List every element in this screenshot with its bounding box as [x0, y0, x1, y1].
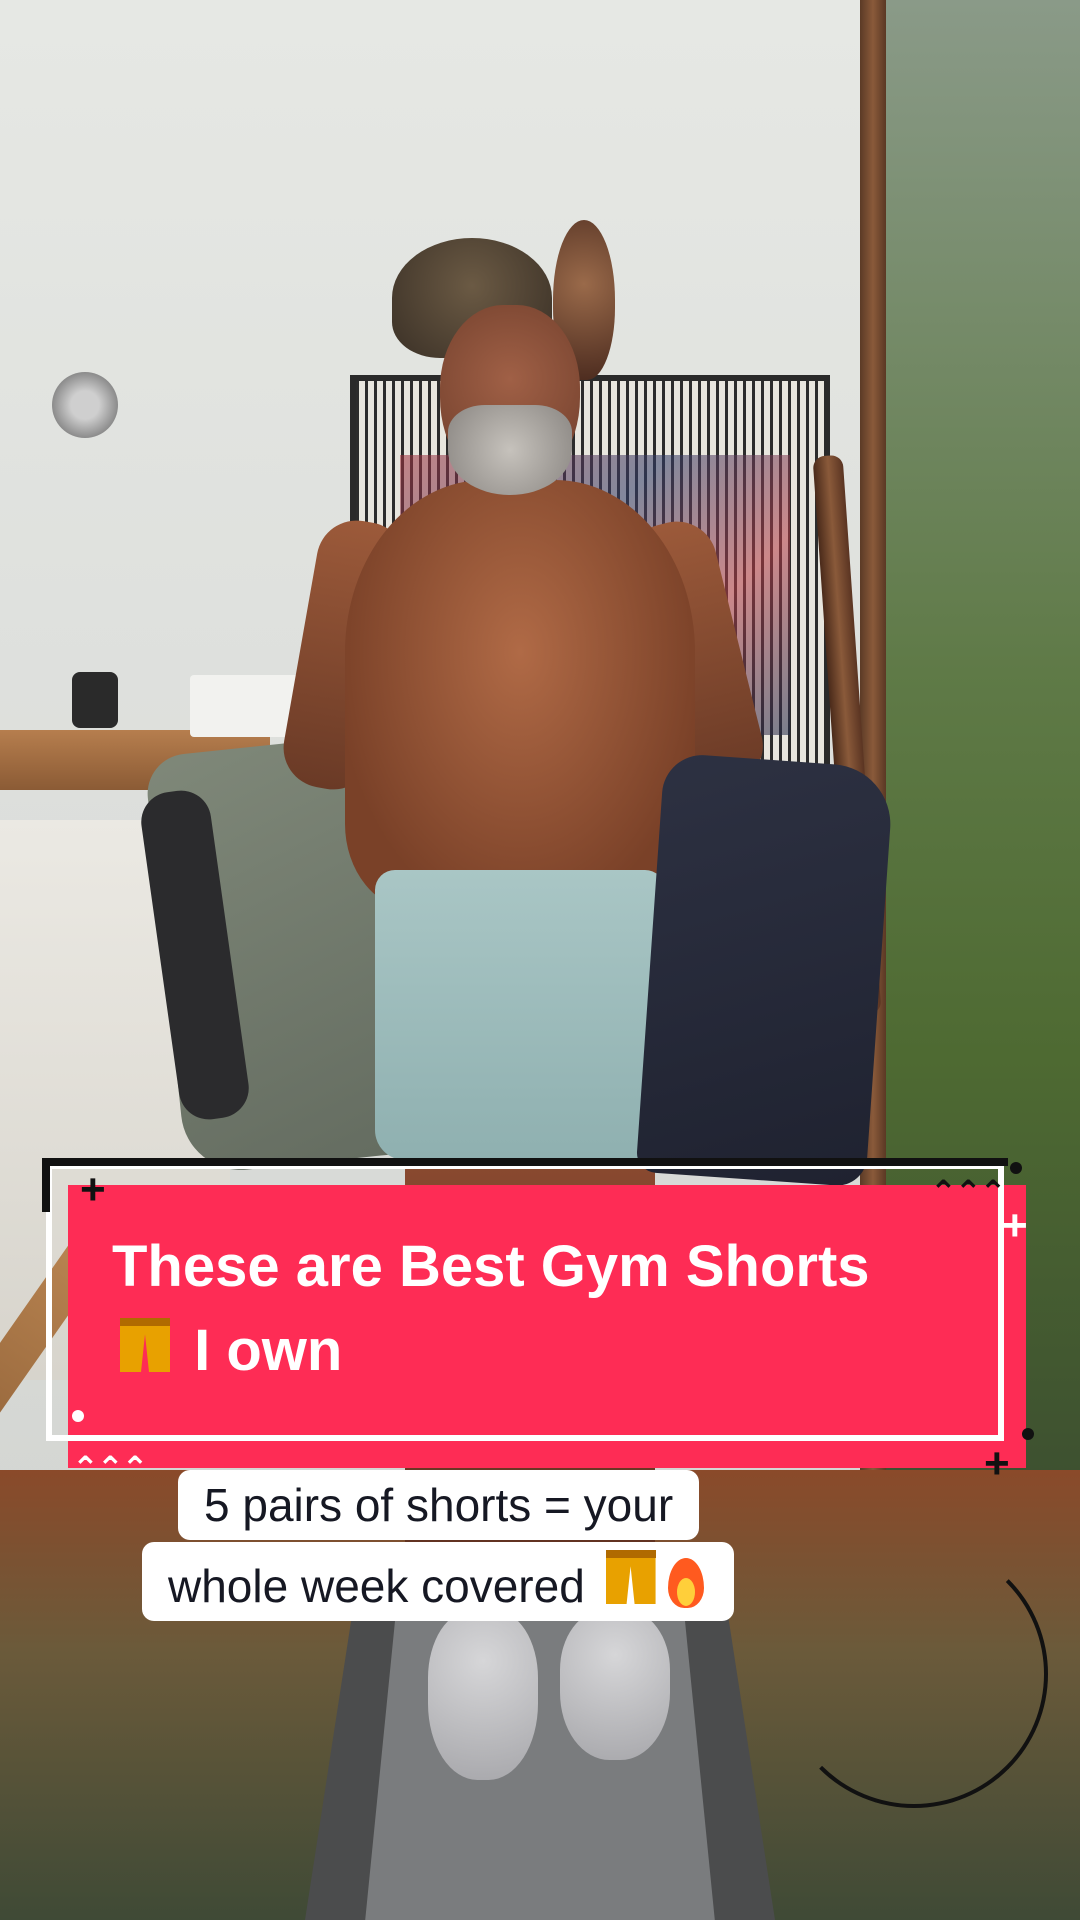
torso [345, 480, 695, 910]
title-text: These are Best Gym Shorts I own [112, 1225, 992, 1393]
zigzag-decoration: ⌃⌃⌃ [72, 1450, 148, 1486]
caption-line-2-text: whole week covered [168, 1560, 585, 1612]
fire-emoji-icon [664, 1556, 708, 1610]
right-shoe [560, 1610, 670, 1760]
zigzag-decoration: ⌃⌃⌃ [930, 1174, 1006, 1210]
caption-line-2: whole week covered [142, 1542, 734, 1621]
plus-decoration: + [80, 1165, 106, 1214]
title-card-left-bar [42, 1158, 50, 1212]
plus-decoration: + [1002, 1201, 1028, 1250]
dot-decoration [72, 1410, 84, 1422]
title-line-2: I own [112, 1309, 992, 1393]
plus-decoration: + [984, 1439, 1010, 1488]
title-card-top-bar [42, 1158, 1008, 1166]
shorts-emoji-icon [112, 1314, 178, 1380]
held-shorts-navy [635, 752, 895, 1188]
title-line-1: These are Best Gym Shorts [112, 1234, 870, 1299]
beard [448, 405, 572, 495]
dot-decoration [1022, 1428, 1034, 1440]
worn-shorts [375, 870, 665, 1160]
person [0, 0, 1080, 1920]
left-shoe [428, 1610, 538, 1780]
shorts-emoji-icon [598, 1546, 664, 1612]
video-frame [0, 0, 1080, 1920]
title-line-2-text: I own [194, 1318, 343, 1383]
dot-decoration [1010, 1162, 1022, 1174]
caption-line-1: 5 pairs of shorts = your [178, 1470, 700, 1540]
